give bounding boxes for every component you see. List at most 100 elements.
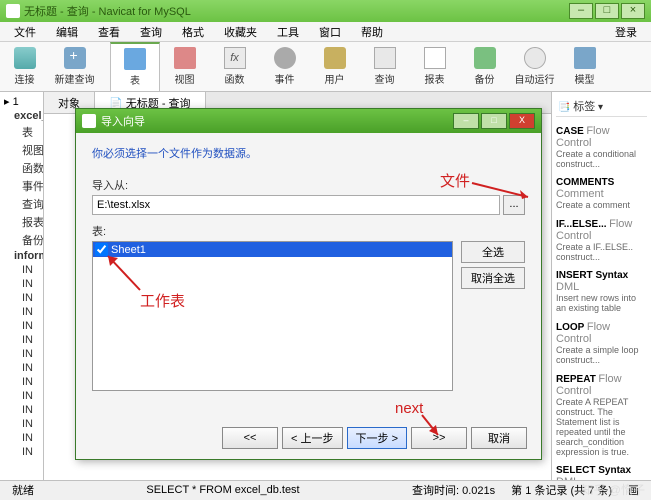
window-maximize-button[interactable]: □ <box>595 3 619 19</box>
sheets-listbox[interactable]: Sheet1 <box>92 241 453 391</box>
snippets-header: 📑 标签 ▾ <box>556 96 647 117</box>
tree-item[interactable]: IN <box>2 361 41 375</box>
toolbar-view[interactable]: 视图 <box>160 42 210 91</box>
tree-events[interactable]: 事件 <box>2 177 41 195</box>
window-titlebar: 无标题 - 查询 - Navicat for MySQL – □ × <box>0 0 651 22</box>
menu-login[interactable]: 登录 <box>605 22 647 42</box>
toolbar-auto[interactable]: 自动运行 <box>510 42 560 91</box>
tree-tables[interactable]: 表 <box>2 123 41 141</box>
snippet-item[interactable]: IF...ELSE... Flow ControlCreate a IF..EL… <box>556 218 647 262</box>
dialog-maximize-button[interactable]: □ <box>481 113 507 129</box>
app-icon <box>6 4 20 18</box>
tree-item[interactable]: IN <box>2 445 41 459</box>
backup-icon <box>474 47 496 69</box>
dialog-close-button[interactable]: X <box>509 113 535 129</box>
main-toolbar: 连接 新建查询 表 视图 fx函数 事件 用户 查询 报表 备份 自动运行 模型 <box>0 42 651 92</box>
tree-item[interactable]: IN <box>2 431 41 445</box>
function-icon: fx <box>224 47 246 69</box>
toolbar-connect[interactable]: 连接 <box>0 42 50 91</box>
status-sql: SELECT * FROM excel_db.test <box>42 484 404 496</box>
snippet-item[interactable]: INSERT Syntax DMLInsert new rows into an… <box>556 270 647 313</box>
tree-views[interactable]: 视图 <box>2 141 41 159</box>
toolbar-event[interactable]: 事件 <box>260 42 310 91</box>
menu-view[interactable]: 查看 <box>88 22 130 42</box>
status-ready: 就绪 <box>4 482 42 498</box>
toolbar-model[interactable]: 模型 <box>560 42 610 91</box>
import-from-label: 导入从: <box>92 177 525 193</box>
snippet-item[interactable]: COMMENTS CommentCreate a comment <box>556 177 647 210</box>
menu-file[interactable]: 文件 <box>4 22 46 42</box>
toolbar-query[interactable]: 查询 <box>360 42 410 91</box>
deselect-all-button[interactable]: 取消全选 <box>461 267 525 289</box>
menu-tools[interactable]: 工具 <box>267 22 309 42</box>
nav-last-button[interactable]: >> <box>411 427 467 449</box>
snippet-item[interactable]: CASE Flow ControlCreate a conditional co… <box>556 125 647 169</box>
tree-item[interactable]: IN <box>2 375 41 389</box>
tree-item[interactable]: IN <box>2 277 41 291</box>
event-icon <box>274 47 296 69</box>
menu-edit[interactable]: 编辑 <box>46 22 88 42</box>
tree-item[interactable]: IN <box>2 347 41 361</box>
snippet-item[interactable]: REPEAT Flow ControlCreate A REPEAT const… <box>556 373 647 457</box>
sheet-checkbox[interactable] <box>95 243 108 256</box>
window-title: 无标题 - 查询 - Navicat for MySQL <box>24 3 191 19</box>
menu-query[interactable]: 查询 <box>130 22 172 42</box>
window-close-button[interactable]: × <box>621 3 645 19</box>
dialog-title: 导入向导 <box>101 113 145 129</box>
select-all-button[interactable]: 全选 <box>461 241 525 263</box>
nav-next-button[interactable]: 下一步 > <box>347 427 407 449</box>
new-query-icon <box>64 47 86 69</box>
table-icon <box>124 48 146 70</box>
sheet-name: Sheet1 <box>111 244 146 256</box>
sheet-row[interactable]: Sheet1 <box>93 242 452 257</box>
tree-backups[interactable]: 备份 <box>2 231 41 249</box>
toolbar-user[interactable]: 用户 <box>310 42 360 91</box>
status-records: 第 1 条记录 (共 7 条) <box>503 482 620 498</box>
snippet-item[interactable]: SELECT Syntax DMLRetrieve rows selected … <box>556 465 647 480</box>
auto-icon <box>524 47 546 69</box>
tree-item[interactable]: IN <box>2 319 41 333</box>
import-from-input[interactable] <box>92 195 500 215</box>
menu-format[interactable]: 格式 <box>172 22 214 42</box>
tree-root[interactable]: ▸ 1 <box>2 94 41 109</box>
toolbar-new-query[interactable]: 新建查询 <box>50 42 100 91</box>
tree-functions[interactable]: 函数 <box>2 159 41 177</box>
tree-item[interactable]: IN <box>2 417 41 431</box>
import-wizard-dialog: 导入向导 – □ X 你必须选择一个文件作为数据源。 导入从: ... 表: S… <box>75 108 542 460</box>
snippets-panel: 📑 标签 ▾ CASE Flow ControlCreate a conditi… <box>551 92 651 480</box>
connection-tree[interactable]: ▸ 1 excel_db 表 视图 函数 事件 查询 报表 备份 inform … <box>0 92 44 480</box>
toolbar-backup[interactable]: 备份 <box>460 42 510 91</box>
menubar: 文件 编辑 查看 查询 格式 收藏夹 工具 窗口 帮助 登录 <box>0 22 651 42</box>
nav-first-button[interactable]: << <box>222 427 278 449</box>
dialog-titlebar: 导入向导 – □ X <box>76 109 541 133</box>
report-icon <box>424 47 446 69</box>
menu-favorites[interactable]: 收藏夹 <box>214 22 267 42</box>
tree-db-excel[interactable]: excel_db <box>2 109 41 123</box>
status-time: 查询时间: 0.021s <box>404 482 503 498</box>
view-icon <box>174 47 196 69</box>
window-minimize-button[interactable]: – <box>569 3 593 19</box>
tree-item[interactable]: IN <box>2 305 41 319</box>
toolbar-function[interactable]: fx函数 <box>210 42 260 91</box>
user-icon <box>324 47 346 69</box>
tree-queries[interactable]: 查询 <box>2 195 41 213</box>
tree-db-inform[interactable]: inform <box>2 249 41 263</box>
menu-window[interactable]: 窗口 <box>309 22 351 42</box>
dialog-instruction: 你必须选择一个文件作为数据源。 <box>92 145 525 161</box>
tree-item[interactable]: IN <box>2 333 41 347</box>
tree-item[interactable]: IN <box>2 263 41 277</box>
tree-item[interactable]: IN <box>2 389 41 403</box>
dialog-icon <box>82 114 96 128</box>
tree-item[interactable]: IN <box>2 291 41 305</box>
snippet-item[interactable]: LOOP Flow ControlCreate a simple loop co… <box>556 321 647 365</box>
browse-button[interactable]: ... <box>503 195 525 215</box>
tree-item[interactable]: IN <box>2 403 41 417</box>
toolbar-report[interactable]: 报表 <box>410 42 460 91</box>
nav-prev-button[interactable]: < 上一步 <box>282 427 342 449</box>
tree-reports[interactable]: 报表 <box>2 213 41 231</box>
cancel-button[interactable]: 取消 <box>471 427 527 449</box>
toolbar-table[interactable]: 表 <box>110 42 160 91</box>
dialog-minimize-button[interactable]: – <box>453 113 479 129</box>
status-extra: 画 <box>620 482 647 498</box>
menu-help[interactable]: 帮助 <box>351 22 393 42</box>
